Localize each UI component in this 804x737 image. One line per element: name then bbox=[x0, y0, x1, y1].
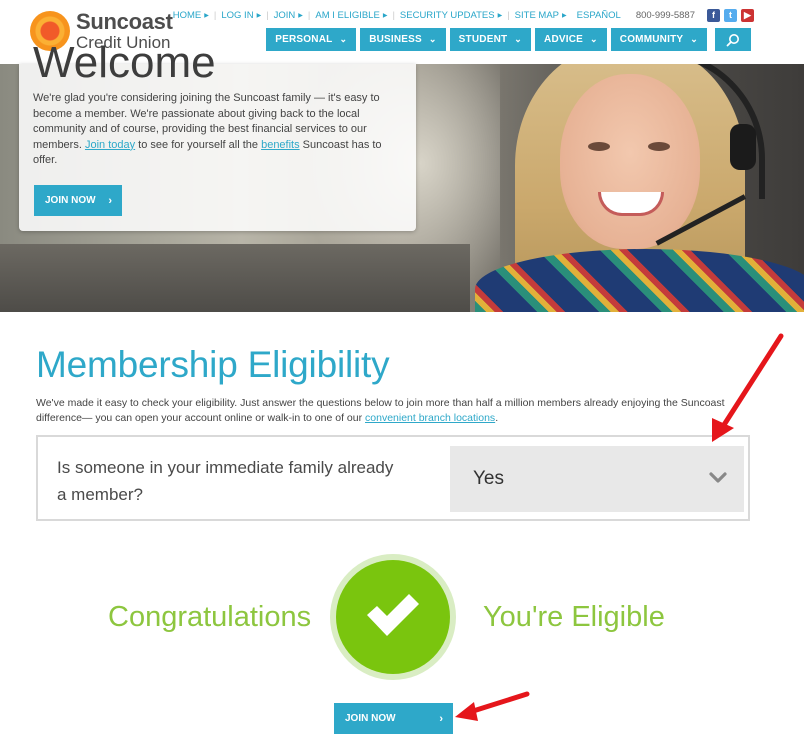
utility-link-site-map[interactable]: SITE MAP ▶ bbox=[510, 10, 572, 21]
utility-nav: HOME ▶ | LOG IN ▶ | JOIN ▶ | AM I ELIGIBLE ▶… bbox=[168, 9, 754, 22]
chevron-right-icon: › bbox=[439, 712, 443, 725]
logo-name: Suncoast bbox=[76, 9, 173, 34]
nav-advice[interactable]: ADVICE ⌄ bbox=[535, 28, 607, 51]
arrow-to-select-icon bbox=[712, 333, 784, 442]
main-nav: PERSONAL ⌄ BUSINESS ⌄ STUDENT ⌄ ADVICE ⌄ COM… bbox=[266, 28, 751, 51]
nav-community[interactable]: COMMUNITY ⌄ bbox=[610, 28, 707, 51]
family-member-select[interactable]: Yes bbox=[450, 446, 744, 512]
facebook-icon[interactable]: f bbox=[707, 9, 720, 22]
chevron-down-icon: ⌄ bbox=[339, 34, 348, 44]
utility-link-home[interactable]: HOME ▶ bbox=[168, 10, 214, 21]
utility-link-am-i-eligible[interactable]: AM I ELIGIBLE ▶ bbox=[310, 10, 392, 21]
join-now-button[interactable]: JOIN NOW › bbox=[334, 703, 453, 734]
nav-personal[interactable]: PERSONAL ⌄ bbox=[266, 28, 357, 51]
youtube-icon[interactable]: ▶ bbox=[741, 9, 754, 22]
chevron-down-icon: ⌄ bbox=[590, 34, 598, 44]
nav-business[interactable]: BUSINESS ⌄ bbox=[360, 28, 446, 51]
welcome-text: We're glad you're considering joining th… bbox=[33, 92, 382, 166]
chevron-down-icon: ⌄ bbox=[690, 34, 698, 44]
utility-link-login[interactable]: LOG IN ▶ bbox=[216, 10, 266, 21]
utility-link-join[interactable]: JOIN ▶ bbox=[269, 10, 308, 21]
arrow-to-join-icon bbox=[455, 691, 530, 721]
welcome-title: Welcome bbox=[33, 38, 216, 87]
select-value: Yes bbox=[473, 468, 504, 489]
eligibility-intro: We've made it easy to check your eligibi… bbox=[36, 397, 725, 424]
join-now-button-hero[interactable]: JOIN NOW › bbox=[34, 185, 122, 216]
search-button[interactable] bbox=[715, 28, 751, 51]
page-title: Membership Eligibility bbox=[36, 344, 390, 385]
twitter-icon[interactable]: t bbox=[724, 9, 737, 22]
congratulations-text: Congratulations bbox=[108, 601, 312, 633]
espanol-link[interactable]: ESPAÑOL bbox=[572, 10, 626, 21]
eligible-badge bbox=[330, 554, 456, 680]
chevron-down-icon: ⌄ bbox=[428, 34, 437, 44]
eligibility-question: Is someone in your immediate family alre… bbox=[36, 435, 750, 521]
youre-eligible-text: You're Eligible bbox=[483, 601, 665, 633]
social-links: f t ▶ bbox=[707, 9, 754, 22]
benefits-link[interactable]: benefits bbox=[261, 139, 300, 151]
chevron-right-icon: › bbox=[108, 194, 112, 207]
nav-student[interactable]: STUDENT ⌄ bbox=[449, 28, 532, 51]
chevron-down-icon: ⌄ bbox=[514, 34, 523, 44]
utility-link-security-updates[interactable]: SECURITY UPDATES ▶ bbox=[395, 10, 507, 21]
branch-locations-link[interactable]: convenient branch locations bbox=[365, 412, 495, 424]
search-icon bbox=[726, 33, 739, 46]
question-label: Is someone in your immediate family alre… bbox=[57, 458, 394, 504]
phone-number: 800-999-5887 bbox=[635, 10, 695, 21]
hero-photo-agent bbox=[455, 64, 804, 312]
welcome-card: Welcome We're glad you're considering jo… bbox=[19, 38, 416, 231]
join-today-link[interactable]: Join today bbox=[85, 139, 135, 151]
checkmark-icon bbox=[367, 594, 419, 636]
chevron-down-icon bbox=[709, 472, 727, 483]
